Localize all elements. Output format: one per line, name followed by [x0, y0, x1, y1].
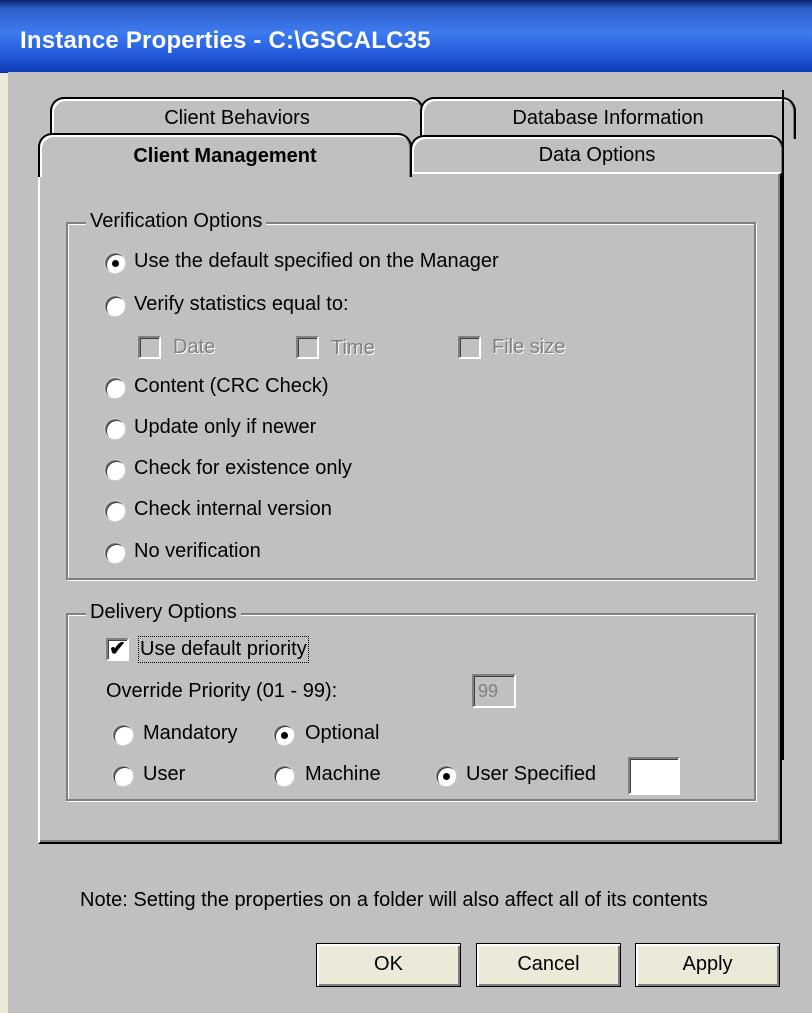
- radio-user-specified[interactable]: [435, 765, 457, 787]
- label-update-if-newer: Update only if newer: [134, 416, 317, 438]
- note-text: Note: Setting the properties on a folder…: [80, 889, 708, 911]
- checkbox-use-default-priority[interactable]: ✔: [106, 638, 129, 661]
- radio-verify-statistics[interactable]: [104, 295, 126, 317]
- cancel-button[interactable]: Cancel: [476, 943, 621, 987]
- label-optional: Optional: [305, 722, 380, 744]
- label-machine: Machine: [305, 763, 381, 785]
- radio-check-internal-version[interactable]: [104, 500, 126, 522]
- tab-label: Data Options: [538, 144, 656, 166]
- title-bar[interactable]: Instance Properties - C:\GSCALC35: [0, 0, 812, 73]
- tab-client-management[interactable]: Client Management: [38, 133, 412, 177]
- tab-label: Client Management: [133, 145, 317, 167]
- instance-properties-window: Instance Properties - C:\GSCALC35 Client…: [0, 0, 812, 1013]
- user-specified-input[interactable]: [628, 757, 680, 795]
- radio-update-if-newer[interactable]: [104, 418, 126, 440]
- label-use-default-priority: Use default priority: [138, 636, 309, 663]
- checkbox-time[interactable]: [296, 336, 319, 359]
- apply-button[interactable]: Apply: [635, 943, 780, 987]
- override-priority-input[interactable]: 99: [472, 674, 516, 708]
- radio-mandatory[interactable]: [112, 724, 134, 746]
- label-override-priority: Override Priority (01 - 99):: [106, 680, 338, 702]
- label-user-specified: User Specified: [466, 763, 597, 785]
- verification-options-group: Verification Options: [66, 210, 756, 580]
- radio-content-crc[interactable]: [104, 377, 126, 399]
- ok-button[interactable]: OK: [316, 943, 461, 987]
- delivery-legend: Delivery Options: [86, 601, 241, 624]
- label-mandatory: Mandatory: [143, 722, 238, 744]
- label-file-size: File size: [492, 336, 566, 358]
- label-no-verification: No verification: [134, 540, 261, 562]
- radio-optional[interactable]: [273, 724, 295, 746]
- radio-check-existence[interactable]: [104, 459, 126, 481]
- radio-user[interactable]: [112, 765, 134, 787]
- label-use-default-manager: Use the default specified on the Manager: [134, 250, 499, 272]
- radio-no-verification[interactable]: [104, 542, 126, 564]
- verification-legend: Verification Options: [86, 210, 267, 233]
- label-content-crc: Content (CRC Check): [134, 375, 329, 397]
- label-check-internal-version: Check internal version: [134, 498, 332, 520]
- radio-machine[interactable]: [273, 765, 295, 787]
- tab-data-options[interactable]: Data Options: [410, 135, 784, 175]
- window-title: Instance Properties - C:\GSCALC35: [20, 27, 431, 54]
- radio-use-default-manager[interactable]: [104, 252, 126, 274]
- label-date: Date: [173, 336, 216, 358]
- label-verify-statistics: Verify statistics equal to:: [134, 293, 349, 315]
- label-time: Time: [331, 337, 375, 359]
- checkbox-date[interactable]: [138, 336, 161, 359]
- label-check-existence: Check for existence only: [134, 457, 352, 479]
- label-user: User: [143, 763, 186, 785]
- checkbox-file-size[interactable]: [458, 336, 481, 359]
